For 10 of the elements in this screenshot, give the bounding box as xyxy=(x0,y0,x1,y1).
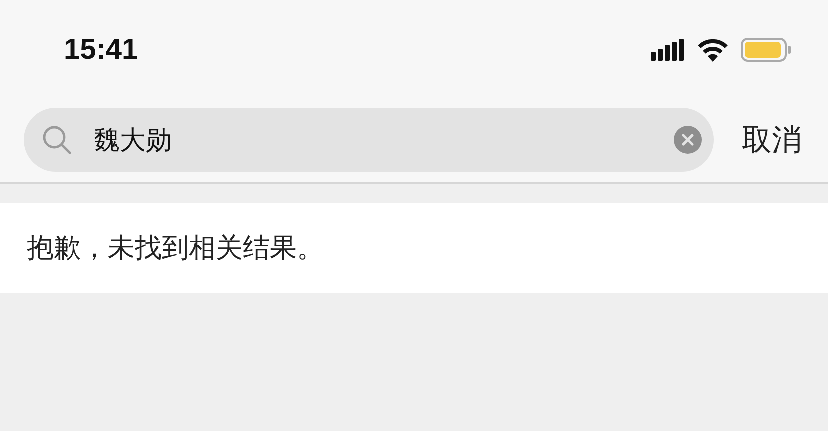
no-results-message: 抱歉，未找到相关结果。 xyxy=(27,232,324,266)
cancel-button[interactable]: 取消 xyxy=(742,120,802,160)
search-bar[interactable]: 魏大勋 xyxy=(24,108,714,172)
signal-icon xyxy=(651,39,685,61)
search-field[interactable]: 魏大勋 xyxy=(94,125,674,155)
clear-icon[interactable] xyxy=(674,126,702,154)
battery-icon xyxy=(741,38,792,62)
search-icon xyxy=(42,125,72,155)
status-time: 15:41 xyxy=(64,34,138,66)
wifi-icon xyxy=(697,38,729,62)
